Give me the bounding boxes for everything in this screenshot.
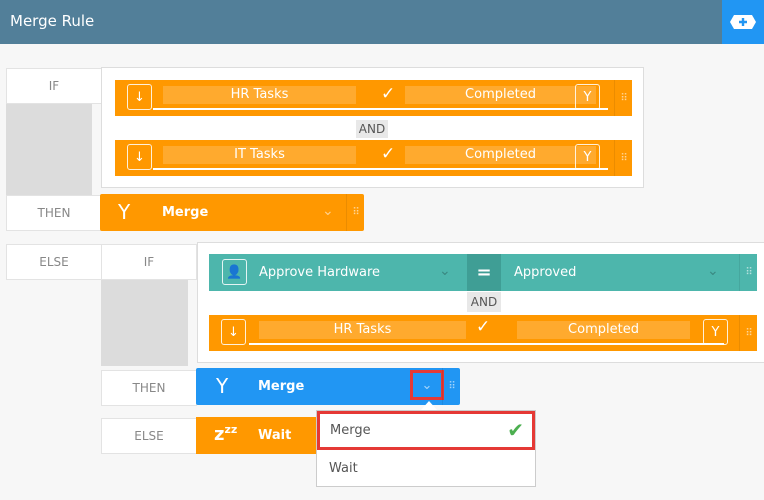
add-button[interactable] [722, 0, 764, 44]
if-label: IF [6, 68, 102, 104]
merge-icon: Y [575, 144, 600, 170]
dropdown-option-merge[interactable]: Merge ✔ [317, 411, 535, 450]
header: Merge Rule [0, 0, 764, 44]
nested-if-label: IF [101, 244, 197, 280]
drag-handle[interactable]: ⠿ [346, 194, 364, 231]
chevron-down-icon[interactable]: ⌄ [410, 370, 444, 400]
condition-row[interactable]: ↓ IT Tasks ✓ Completed Y ⠿ [115, 140, 632, 176]
condition-left-field[interactable]: Approve Hardware [259, 265, 380, 280]
then-label: THEN [6, 195, 102, 231]
action-dropdown: Merge ✔ Wait [316, 410, 536, 487]
sleep-icon: zzz [214, 423, 238, 445]
condition-right-field[interactable]: Approved [514, 265, 576, 280]
split-icon: ↓ [221, 319, 246, 345]
operator-equals[interactable]: = [467, 254, 501, 291]
condition-left-field[interactable]: IT Tasks [163, 146, 356, 164]
chevron-down-icon[interactable]: ⌄ [322, 203, 334, 219]
condition-left-field[interactable]: HR Tasks [259, 321, 466, 339]
merge-icon: Y [216, 374, 229, 398]
check-circle-icon: ✓ [476, 317, 491, 337]
nested-else-action[interactable]: zzz Wait [196, 417, 326, 454]
condition-row[interactable]: ↓ HR Tasks ✓ Completed Y ⠿ [115, 80, 632, 116]
split-icon: ↓ [127, 144, 152, 170]
split-icon: ↓ [127, 84, 152, 110]
dropdown-option-wait[interactable]: Wait [317, 450, 535, 487]
merge-icon: Y [703, 319, 728, 345]
nested-if-gutter [101, 280, 188, 366]
condition-left-field[interactable]: HR Tasks [163, 86, 356, 104]
condition-right-field[interactable]: Completed [405, 86, 596, 104]
if-gutter [6, 104, 92, 195]
action-name: Merge [162, 205, 209, 220]
action-name: Merge [258, 379, 305, 394]
drag-handle[interactable]: ⠿ [614, 140, 632, 176]
check-circle-icon: ✓ [381, 144, 396, 164]
chevron-down-icon[interactable]: ⌄ [707, 263, 719, 279]
chevron-down-icon[interactable]: ⌄ [439, 263, 451, 279]
check-circle-icon: ✓ [381, 84, 396, 104]
and-label: AND [467, 292, 501, 312]
condition-row[interactable]: 👤 Approve Hardware ⌄ = Approved ⌄ ⠿ [209, 254, 757, 291]
checkmark-icon: ✔ [507, 418, 524, 442]
else-label: ELSE [6, 244, 102, 280]
nested-then-action[interactable]: Y Merge ⌄ ⠿ [196, 368, 460, 405]
drag-handle[interactable]: ⠿ [739, 254, 757, 291]
and-label: AND [356, 120, 388, 138]
then-action[interactable]: Y Merge ⌄ ⠿ [100, 194, 364, 231]
option-label: Wait [329, 461, 358, 476]
page-title: Merge Rule [10, 12, 95, 30]
user-icon: 👤 [222, 259, 247, 285]
drag-handle[interactable]: ⠿ [614, 80, 632, 116]
option-label: Merge [330, 423, 371, 438]
add-icon [730, 15, 756, 29]
condition-row[interactable]: ↓ HR Tasks ✓ Completed Y ⠿ [209, 315, 757, 351]
nested-then-label: THEN [101, 370, 197, 406]
merge-icon: Y [575, 84, 600, 110]
nested-else-label: ELSE [101, 418, 197, 454]
action-name: Wait [258, 428, 292, 443]
condition-right-field[interactable]: Completed [517, 321, 690, 339]
condition-right-field[interactable]: Completed [405, 146, 596, 164]
drag-handle[interactable]: ⠿ [739, 315, 757, 351]
merge-icon: Y [118, 200, 131, 224]
drag-handle[interactable]: ⠿ [442, 368, 460, 405]
